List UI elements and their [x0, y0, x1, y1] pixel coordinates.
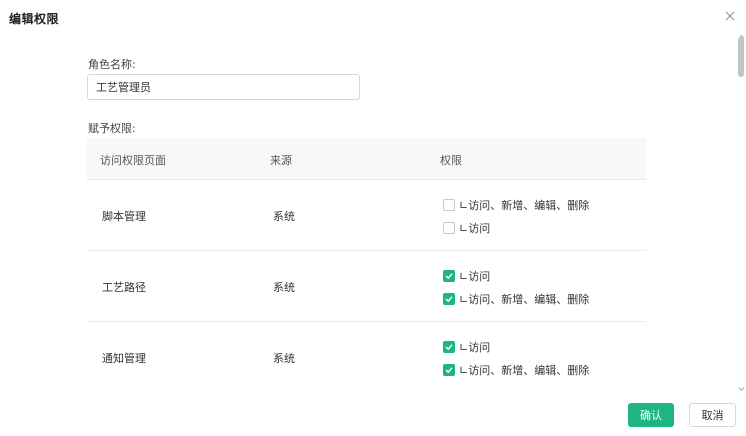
scroll-down-icon[interactable] — [738, 381, 745, 392]
scrollbar[interactable] — [736, 29, 746, 392]
role-name-label: 角色名称: — [88, 58, 136, 71]
page-cell: 通知管理 — [102, 352, 146, 365]
permission-text: ∟访问 — [459, 222, 491, 235]
header-page: 访问权限页面 — [100, 154, 166, 167]
grant-permission-label: 赋予权限: — [88, 122, 136, 135]
confirm-button[interactable]: 确认 — [628, 403, 674, 427]
edit-permission-dialog: 编辑权限 角色名称: 赋予权限: 访问权限页面 来源 权限 脚本管理 系统 ∟访… — [0, 0, 746, 436]
dialog-title: 编辑权限 — [9, 12, 60, 26]
permission-option[interactable]: ∟访问、新增、编辑、删除 — [443, 292, 589, 306]
source-cell: 系统 — [273, 210, 295, 223]
permission-text: ∟访问、新增、编辑、删除 — [459, 199, 590, 212]
page-cell: 脚本管理 — [102, 210, 146, 223]
source-cell: 系统 — [273, 352, 295, 365]
scroll-thumb[interactable] — [738, 37, 744, 77]
permission-option[interactable]: ∟访问 — [443, 340, 490, 354]
scroll-up-icon[interactable] — [738, 29, 745, 39]
page-cell: 工艺路径 — [102, 281, 146, 294]
permission-option[interactable]: ∟访问、新增、编辑、删除 — [443, 363, 589, 377]
checkbox[interactable] — [443, 270, 455, 282]
checkbox[interactable] — [443, 222, 455, 234]
checkbox[interactable] — [443, 364, 455, 376]
table-header: 访问权限页面 来源 权限 — [87, 138, 646, 180]
role-name-input[interactable] — [87, 74, 360, 100]
permission-text: ∟访问、新增、编辑、删除 — [459, 293, 590, 306]
table-row: 工艺路径 系统 ∟访问 ∟访问、新增、编辑、删除 — [87, 251, 646, 322]
header-permission: 权限 — [440, 154, 462, 167]
checkbox[interactable] — [443, 199, 455, 211]
cancel-button[interactable]: 取消 — [689, 403, 736, 427]
source-cell: 系统 — [273, 281, 295, 294]
checkbox[interactable] — [443, 293, 455, 305]
close-icon[interactable] — [723, 9, 737, 23]
permission-text: ∟访问、新增、编辑、删除 — [459, 364, 590, 377]
permission-option[interactable]: ∟访问、新增、编辑、删除 — [443, 198, 589, 212]
permission-option[interactable]: ∟访问 — [443, 269, 490, 283]
permission-text: ∟访问 — [459, 341, 491, 354]
permission-table: 访问权限页面 来源 权限 脚本管理 系统 ∟访问、新增、编辑、删除 ∟访问 工艺… — [87, 138, 646, 390]
table-row: 通知管理 系统 ∟访问 ∟访问、新增、编辑、删除 — [87, 322, 646, 390]
checkbox[interactable] — [443, 341, 455, 353]
header-source: 来源 — [270, 154, 292, 167]
permission-text: ∟访问 — [459, 270, 491, 283]
permission-option[interactable]: ∟访问 — [443, 221, 490, 235]
table-row: 脚本管理 系统 ∟访问、新增、编辑、删除 ∟访问 — [87, 180, 646, 251]
